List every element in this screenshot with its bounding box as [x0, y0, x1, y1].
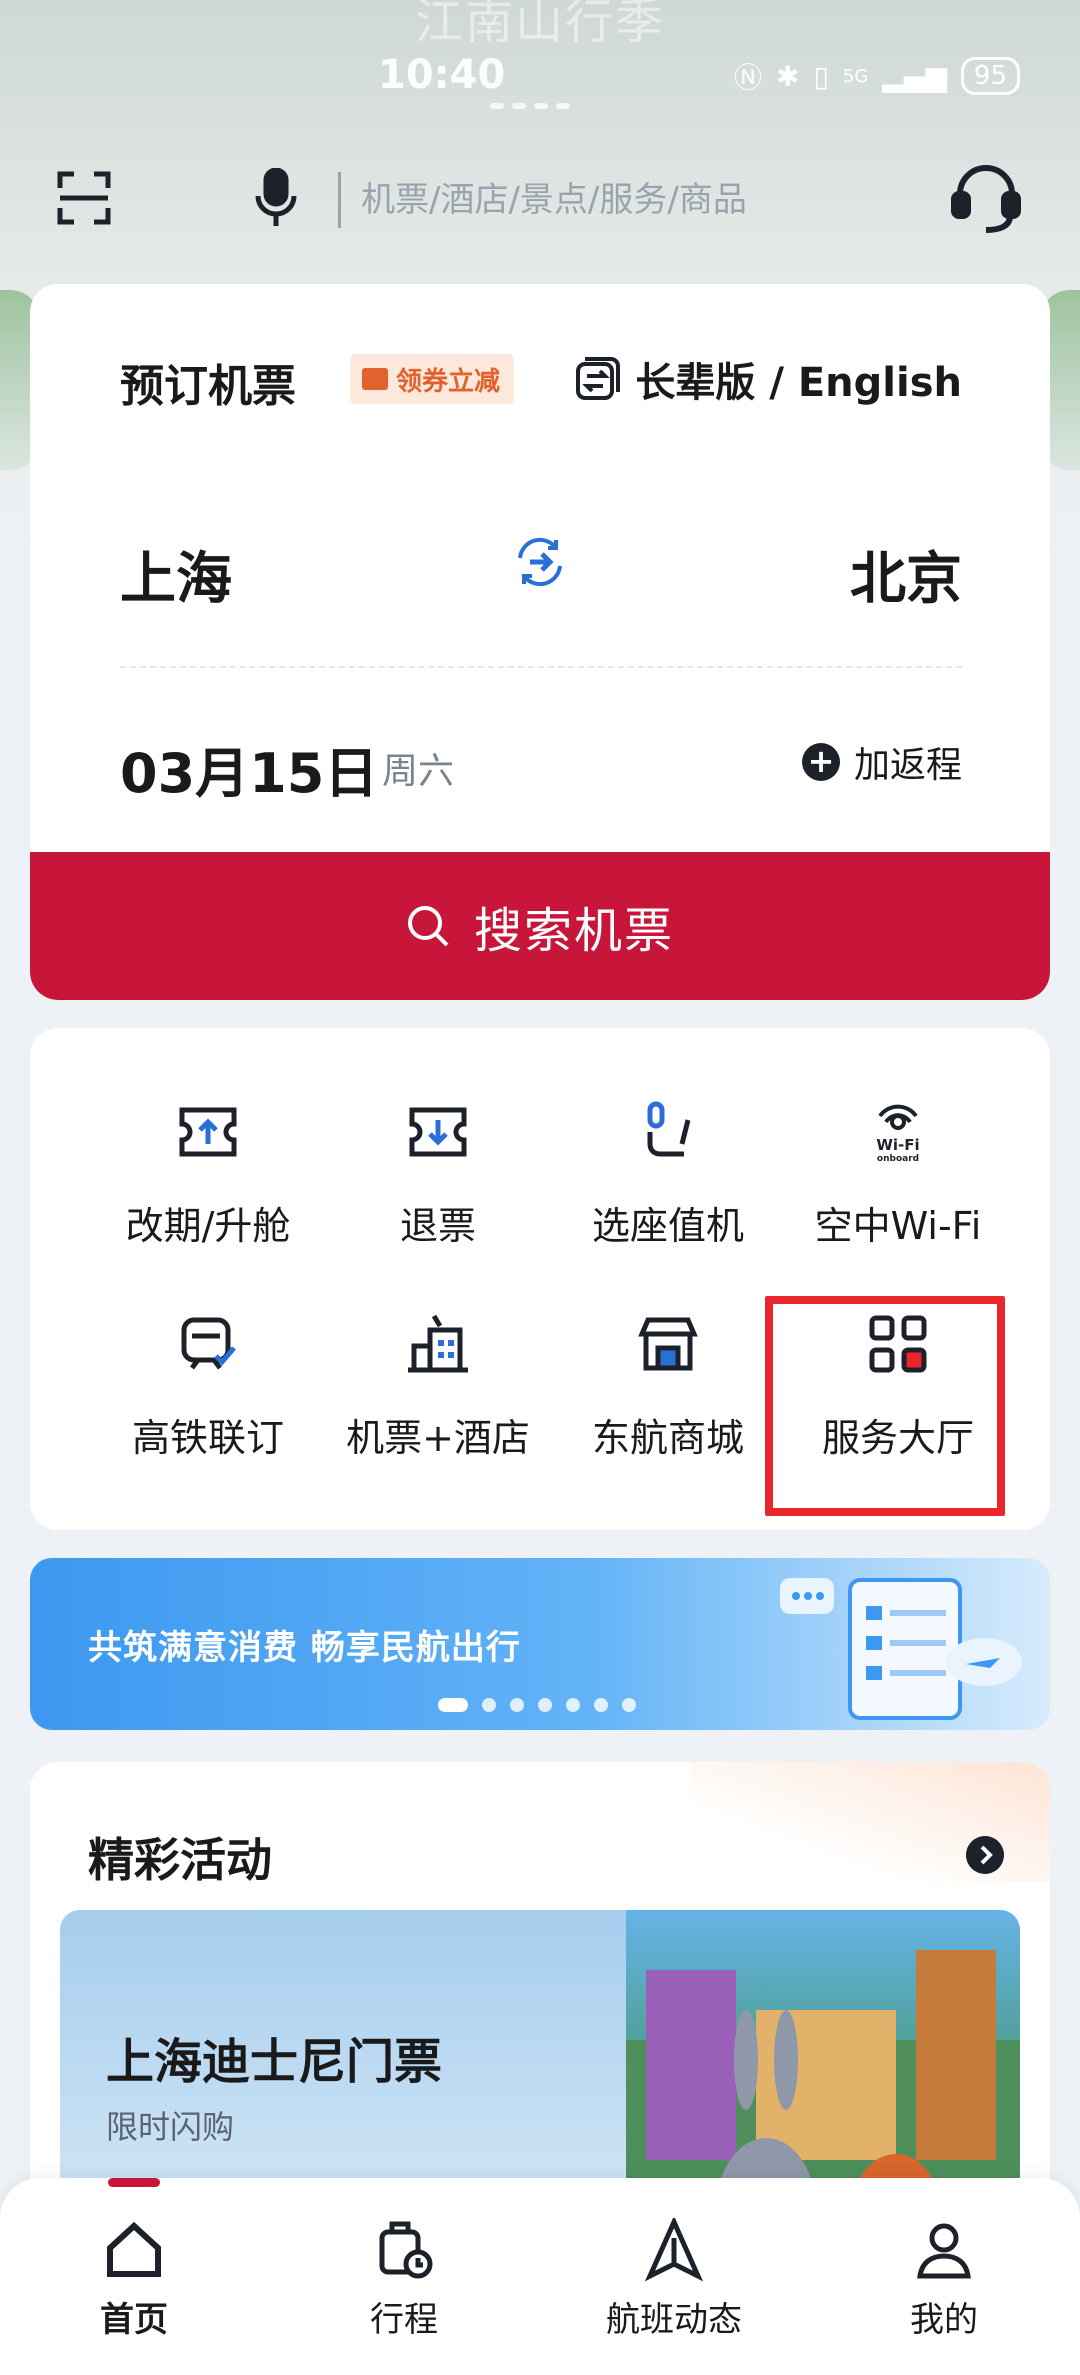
- status-bar: 10:40 Ⓝ ✱ ▯ 5G ▂▄▆ 95: [0, 52, 1080, 104]
- tab-trips[interactable]: 行程: [304, 2218, 504, 2341]
- add-return-button[interactable]: + 加返程: [801, 736, 962, 788]
- tab-label: 首页: [100, 2300, 168, 2340]
- status-time: 10:40: [378, 52, 506, 98]
- booking-divider: [120, 666, 962, 668]
- booking-title: 预订机票: [120, 361, 296, 412]
- promo-banner-text: 共筑满意消费 畅享民航出行: [88, 1628, 521, 1668]
- service-label: 高铁联订: [131, 1416, 284, 1460]
- tab-label: 行程: [370, 2300, 438, 2340]
- train-icon: [181, 1317, 236, 1370]
- flight-booking-card: 预订机票 领券立减 长辈版 / English 上海 北京 03月15日 周六 …: [30, 284, 1050, 1000]
- tab-flight-status[interactable]: 航班动态: [574, 2215, 774, 2341]
- service-inflight-wifi[interactable]: Wi-Fi onboard 空中Wi-Fi: [783, 1100, 1013, 1300]
- vibrate-icon: ▯: [813, 59, 829, 93]
- tab-label: 航班动态: [606, 2300, 742, 2340]
- signal-icon: ▂▄▆: [882, 59, 947, 93]
- services-grid-card: 改期/升舱 退票 选座值机 Wi-Fi onboard 空中Wi-Fi 高铁联订: [30, 1028, 1050, 1530]
- hero-banner-text: 江南山行季: [414, 0, 665, 50]
- service-flight-hotel[interactable]: 机票+酒店: [323, 1312, 553, 1512]
- customer-service-icon[interactable]: [950, 160, 1022, 236]
- tab-profile[interactable]: 我的: [844, 2218, 1044, 2341]
- service-label: 东航商城: [591, 1416, 744, 1460]
- promo-carousel-dots: [438, 1698, 636, 1712]
- bluetooth-icon: ✱: [776, 59, 800, 93]
- search-flights-button[interactable]: 搜索机票: [30, 852, 1050, 1000]
- ticket-up-icon: [179, 1107, 237, 1157]
- nfc-icon: Ⓝ: [733, 61, 762, 94]
- elder-mode-label: 长辈版 / English: [635, 360, 962, 406]
- seat-icon: [647, 1101, 691, 1157]
- status-icons: Ⓝ ✱ ▯ 5G ▂▄▆ 95: [734, 56, 1020, 96]
- hotel-icon: [408, 1314, 468, 1373]
- checklist-illustration: [780, 1578, 1022, 1720]
- tab-label: 我的: [910, 2300, 978, 2340]
- network-label: 5G: [842, 65, 869, 87]
- plus-icon: +: [801, 743, 840, 781]
- service-label: 机票+酒店: [346, 1416, 530, 1460]
- wifi-onboard-icon: Wi-Fi onboard: [876, 1104, 920, 1164]
- coupon-badge[interactable]: 领券立减: [350, 354, 515, 404]
- scan-icon[interactable]: [56, 170, 112, 226]
- store-icon: [638, 1317, 698, 1371]
- chevron-right-icon[interactable]: [966, 1836, 1004, 1874]
- active-tab-indicator: [108, 2178, 160, 2187]
- service-label: 改期/升舱: [125, 1204, 291, 1248]
- promo-banner[interactable]: 共筑满意消费 畅享民航出行: [30, 1558, 1050, 1730]
- bottom-tab-bar: 首页 行程 航班动态 我的: [0, 2178, 1080, 2375]
- switch-mode-icon: [576, 357, 621, 400]
- add-return-label: 加返程: [853, 745, 962, 786]
- coupon-label: 领券立减: [396, 366, 501, 397]
- search-flights-label: 搜索机票: [473, 903, 674, 959]
- home-icon: [107, 2221, 161, 2277]
- departure-weekday: 周六: [382, 751, 455, 792]
- coupon-icon: [362, 368, 388, 390]
- service-change-upgrade[interactable]: 改期/升舱: [93, 1100, 323, 1300]
- service-label: 选座值机: [591, 1204, 744, 1248]
- activities-title: 精彩活动: [88, 1833, 272, 1887]
- swap-cities-icon[interactable]: [512, 534, 568, 590]
- tab-home[interactable]: 首页: [34, 2218, 234, 2341]
- ticket-down-icon: [409, 1107, 467, 1157]
- departure-date[interactable]: 03月15日: [120, 729, 378, 808]
- service-train-booking[interactable]: 高铁联订: [93, 1312, 323, 1512]
- service-seat-checkin[interactable]: 选座值机: [553, 1100, 783, 1300]
- highlight-box: [765, 1296, 1005, 1516]
- activity-item-name: 上海迪士尼门票: [106, 2034, 443, 2090]
- service-label: 空中Wi-Fi: [814, 1204, 982, 1248]
- service-store[interactable]: 东航商城: [553, 1312, 783, 1512]
- search-icon: [407, 906, 449, 947]
- search-input[interactable]: 机票/酒店/景点/服务/商品: [338, 172, 858, 228]
- service-refund[interactable]: 退票: [323, 1100, 553, 1300]
- profile-icon: [917, 2223, 971, 2279]
- arrival-city[interactable]: 北京: [850, 534, 962, 615]
- flight-status-icon: [644, 2215, 704, 2282]
- wifi-badge-text: Wi-Fi: [876, 1136, 919, 1154]
- wifi-badge-subtext: onboard: [877, 1154, 919, 1164]
- service-label: 退票: [399, 1204, 476, 1248]
- activity-item-subtitle: 限时闪购: [106, 2108, 235, 2146]
- elder-mode-link[interactable]: 长辈版 / English: [575, 350, 962, 408]
- battery-indicator: 95: [960, 57, 1020, 95]
- microphone-icon[interactable]: [252, 168, 300, 228]
- departure-city[interactable]: 上海: [120, 534, 232, 615]
- trip-icon: [379, 2221, 433, 2279]
